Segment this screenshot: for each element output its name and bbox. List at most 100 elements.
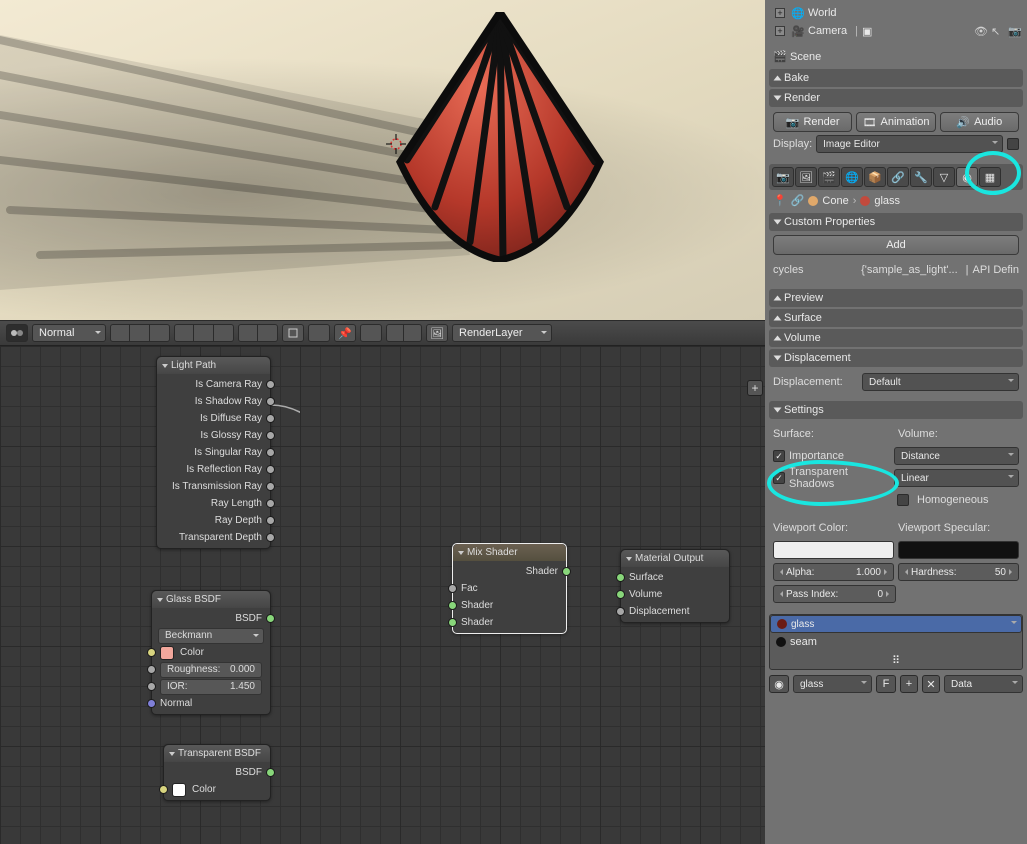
multiple-importance-check[interactable] <box>773 450 785 462</box>
toolshelf-toggle-icon[interactable]: + <box>747 380 763 396</box>
visibility-eye-icon[interactable]: 👁 <box>974 25 987 38</box>
selectable-cursor-icon[interactable]: ↖ <box>991 25 1004 38</box>
display-select[interactable]: Image Editor <box>816 135 1003 153</box>
tab-texture-icon[interactable]: ▦ <box>979 167 1001 187</box>
viewport-3d[interactable] <box>0 0 765 320</box>
glass-roughness[interactable]: Roughness:0.000 <box>152 661 270 678</box>
auto-icon[interactable] <box>360 324 382 342</box>
homogeneous-check[interactable] <box>897 494 909 506</box>
material-name-field[interactable]: glass <box>793 675 872 693</box>
pin-icon[interactable]: 📌 <box>334 324 356 342</box>
glass-color[interactable]: Color <box>152 644 270 661</box>
tab-constraints-icon[interactable]: 🔗 <box>887 167 909 187</box>
tree-type-icon[interactable] <box>174 324 194 342</box>
pivot-opt-icon[interactable] <box>130 324 150 342</box>
panel-header-displacement[interactable]: Displacement <box>769 349 1023 367</box>
pass-index-field[interactable]: Pass Index:0 <box>773 585 896 603</box>
tab-world-icon[interactable]: 🌐 <box>841 167 863 187</box>
panel-header-render[interactable]: Render <box>769 89 1023 107</box>
material-add-icon[interactable]: + <box>900 675 918 693</box>
animation-button[interactable]: 🎞Animation <box>856 112 935 132</box>
tab-render-icon[interactable]: 📷 <box>772 167 794 187</box>
panel-header-bake[interactable]: Bake <box>769 69 1023 87</box>
use-nodes-icon[interactable] <box>308 324 330 342</box>
tab-data-icon[interactable]: ▽ <box>933 167 955 187</box>
fake-user-button[interactable]: F <box>876 675 896 693</box>
shader-type-icon[interactable] <box>238 324 258 342</box>
node-light-path-header[interactable]: Light Path <box>157 357 270 374</box>
mix-shader2: Shader <box>453 614 566 631</box>
displacement-select[interactable]: Default <box>862 373 1019 391</box>
shading-dropdown[interactable]: Normal <box>32 324 106 342</box>
node-mix-header[interactable]: Mix Shader <box>453 544 566 561</box>
material-link-select[interactable]: Data <box>944 675 1023 693</box>
node-material-output[interactable]: Material Output Surface Volume Displacem… <box>620 549 730 623</box>
material-list[interactable]: glass seam ⠿ <box>769 614 1023 670</box>
render-button[interactable]: 📷Render <box>773 112 852 132</box>
panel-header-preview[interactable]: Preview <box>769 289 1023 307</box>
add-property-button[interactable]: Add <box>773 235 1019 255</box>
hardness-field[interactable]: Hardness:50 <box>898 563 1019 581</box>
audio-button[interactable]: 🔊Audio <box>940 112 1019 132</box>
tab-renderlayers-icon[interactable]: 🖼 <box>795 167 817 187</box>
object-icon <box>808 196 818 206</box>
node-output: Is Reflection Ray <box>157 461 270 478</box>
transparent-color[interactable]: Color <box>164 781 270 798</box>
pivot-segmented[interactable] <box>110 324 170 342</box>
transparent-shadows-check[interactable] <box>773 472 785 484</box>
alpha-field[interactable]: Alpha:1.000 <box>773 563 894 581</box>
viewport-color-swatch[interactable] <box>773 541 894 559</box>
panel-header-custom-properties[interactable]: Custom Properties <box>769 213 1023 231</box>
material-row-seam[interactable]: seam <box>770 633 1022 651</box>
node-output-header[interactable]: Material Output <box>621 550 729 567</box>
linear-select[interactable]: Linear <box>894 469 1019 487</box>
material-list-grip-icon[interactable]: ⠿ <box>770 651 1022 669</box>
material-remove-icon[interactable]: ✕ <box>922 675 940 693</box>
glass-distribution[interactable]: Beckmann <box>152 627 270 644</box>
pivot-opt-icon[interactable] <box>110 324 130 342</box>
glass-ior[interactable]: IOR:1.450 <box>152 678 270 695</box>
outliner-item[interactable]: + 🌐 World <box>771 4 1021 22</box>
tree-type-icon[interactable] <box>214 324 234 342</box>
misc-icon[interactable] <box>404 324 422 342</box>
tab-material-icon[interactable]: ◉ <box>956 167 978 187</box>
outliner-item[interactable]: + 🎥 Camera | ▣ 👁 ↖ 📷 <box>771 22 1021 40</box>
node-mix-shader[interactable]: Mix Shader Shader Fac Shader Shader <box>452 543 567 634</box>
renderlayer-dropdown[interactable]: RenderLayer <box>452 324 552 342</box>
shader-type-segmented[interactable] <box>238 324 278 342</box>
editor-type-icon[interactable] <box>6 324 28 342</box>
distance-select[interactable]: Distance <box>894 447 1019 465</box>
context-tab-strip[interactable]: 📷 🖼 🎬 🌐 📦 🔗 🔧 ▽ ◉ ▦ <box>769 164 1023 190</box>
tab-modifiers-icon[interactable]: 🔧 <box>910 167 932 187</box>
node-glass-header[interactable]: Glass BSDF <box>152 591 270 608</box>
link-icon[interactable]: 🔗 <box>791 194 805 207</box>
outliner[interactable]: + 🌐 World + 🎥 Camera | ▣ 👁 ↖ 📷 <box>765 0 1027 42</box>
node-transparent-header[interactable]: Transparent BSDF <box>164 745 270 762</box>
tab-scene-icon[interactable]: 🎬 <box>818 167 840 187</box>
shader-type-icon[interactable] <box>258 324 278 342</box>
snap-icon[interactable] <box>282 324 304 342</box>
material-browse-icon[interactable]: ◉ <box>769 675 789 693</box>
backdrop-icon[interactable]: 🖼 <box>426 324 448 342</box>
viewport-spec-swatch[interactable] <box>898 541 1019 559</box>
node-transparent-bsdf[interactable]: Transparent BSDF BSDF Color <box>163 744 271 801</box>
prop-api[interactable]: API Defin <box>973 264 1019 276</box>
misc-segmented[interactable] <box>386 324 422 342</box>
misc-icon[interactable] <box>386 324 404 342</box>
node-glass-bsdf[interactable]: Glass BSDF BSDF Beckmann Color Roughness… <box>151 590 271 715</box>
tab-object-icon[interactable]: 📦 <box>864 167 886 187</box>
node-light-path[interactable]: Light Path Is Camera Ray Is Shadow Ray I… <box>156 356 271 549</box>
panel-header-volume[interactable]: Volume <box>769 329 1023 347</box>
node-editor-header[interactable]: Normal 📌 🖼 RenderLayer <box>0 320 765 346</box>
pivot-opt-icon[interactable] <box>150 324 170 342</box>
tree-type-icon[interactable] <box>194 324 214 342</box>
tree-type-segmented[interactable] <box>174 324 234 342</box>
lock-toggle-icon[interactable] <box>1007 138 1019 150</box>
renderable-camera-icon[interactable]: 📷 <box>1008 25 1021 38</box>
node-editor[interactable]: + Light Path Is Camera Ray Is Shadow Ray… <box>0 346 765 844</box>
properties-panel[interactable]: + 🌐 World + 🎥 Camera | ▣ 👁 ↖ 📷 🎬 Scene B… <box>765 0 1027 844</box>
panel-header-settings[interactable]: Settings <box>769 401 1023 419</box>
panel-header-surface[interactable]: Surface <box>769 309 1023 327</box>
pin-icon[interactable]: 📍 <box>773 194 787 207</box>
material-row-glass[interactable]: glass <box>770 615 1022 633</box>
